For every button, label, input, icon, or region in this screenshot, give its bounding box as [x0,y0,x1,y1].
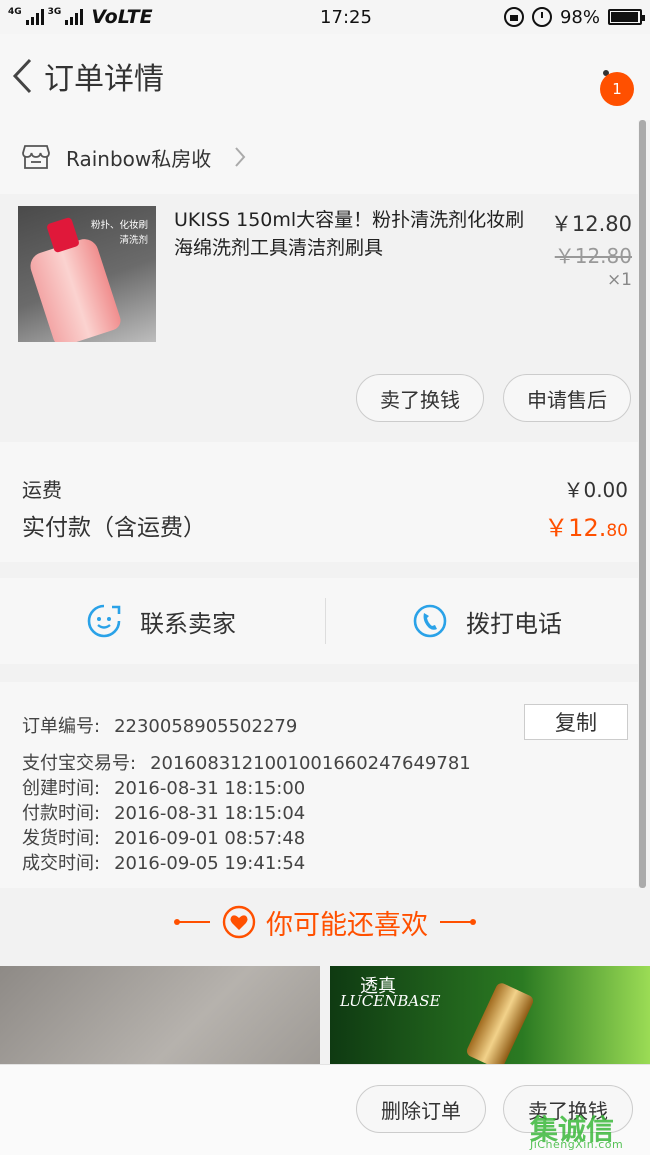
alipay-number-row: 支付宝交易号: 2016083121001001660247649781 [22,749,471,775]
product-image-text: 粉扑、化妆刷 清洗剂 [91,218,148,248]
recommend-line-left [174,919,210,925]
shipped-time-label: 发货时间: [22,828,101,849]
created-time-row: 创建时间: 2016-08-31 18:15:00 [22,774,305,800]
thumb-text-line-1: 粉扑、化妆刷 [90,220,148,231]
done-time-label: 成交时间: [22,853,101,874]
product-quantity: ×1 [606,270,632,290]
paid-label: 实付款（含运费） [22,515,206,541]
product-price: ￥12.80 [550,212,632,236]
contact-seller-label: 联系卖家 [140,609,236,638]
shop-icon [22,145,50,169]
status-right: 98% [503,6,645,28]
shipped-time-row: 发货时间: 2016-09-01 08:57:48 [22,824,305,850]
contact-seller-button[interactable]: 联系卖家 [86,578,236,664]
done-time-row: 成交时间: 2016-09-05 19:41:54 [22,849,305,875]
product-original-price: ￥12.80 [554,244,632,268]
contact-divider [325,598,326,644]
shop-row[interactable]: Rainbow私房收 [0,120,638,194]
dropper-bottle-shape [464,981,536,1066]
shipping-value: ￥0.00 [563,478,628,502]
paid-time-row: 付款时间: 2016-08-31 18:15:04 [22,799,305,825]
notification-badge[interactable]: 1 [600,72,634,106]
order-totals: 运费 ￥0.00 实付款（含运费） ￥12.80 [0,442,638,562]
sell-button[interactable]: 卖了换钱 [356,374,484,422]
after-sale-button[interactable]: 申请售后 [503,374,631,422]
status-time: 17:25 [320,6,372,28]
chevron-right-icon [235,147,246,167]
recommend-title: 你可能还喜欢 [266,909,428,941]
watermark-sub: JiChengXin.com [530,1138,624,1151]
created-time-value: 2016-08-31 18:15:00 [114,778,306,799]
rotation-lock-icon [503,7,524,27]
recommend-item-image-1[interactable] [0,966,320,1066]
paid-time-value: 2016-08-31 18:15:04 [114,803,306,824]
recommend-brand-en: LUCENBASE [340,992,441,1010]
alipay-number-value: 2016083121001001660247649781 [150,753,471,774]
status-bar: 4G 3G VoLTE 17:25 98% [0,0,650,34]
paid-time-label: 付款时间: [22,803,101,824]
battery-icon [608,9,645,25]
delete-order-button[interactable]: 删除订单 [356,1085,486,1133]
phone-icon [413,604,447,638]
shop-name: Rainbow私房收 [66,146,212,171]
paid-value: ￥12.80 [544,508,628,543]
copy-button[interactable]: 复制 [524,704,628,740]
bottle-shape [26,235,124,342]
order-info: 订单编号: 2230058905502279 复制 支付宝交易号: 20160831… [0,682,638,888]
volte-label: VoLTE [91,6,153,28]
contact-bar: 联系卖家 拨打电话 [0,578,638,664]
call-phone-label: 拨打电话 [466,609,562,638]
heart-icon [222,905,256,939]
product-item[interactable]: 粉扑、化妆刷 清洗剂 UKISS 150ml大容量！粉扑清洗剂化妆刷海绵洗剂工具… [0,194,638,442]
shipping-label: 运费 [22,478,62,502]
signal-icon-2 [65,9,84,25]
shipped-time-value: 2016-09-01 08:57:48 [114,828,306,849]
thumb-text-line-2: 清洗剂 [119,235,148,246]
back-icon[interactable] [10,56,36,96]
alipay-number-label: 支付宝交易号: [22,753,137,774]
watermark-logo: 集诚信 JiChengXin.com [530,1108,650,1155]
call-phone-button[interactable]: 拨打电话 [412,578,562,664]
recommend-header: 你可能还喜欢 [0,888,650,956]
nav-header: 订单详情 1 [0,34,650,120]
recommend-line-right [440,919,476,925]
network-type-2: 3G [47,7,62,17]
recommend-item-image-2[interactable]: 透真 LUCENBASE [330,966,650,1066]
product-image[interactable]: 粉扑、化妆刷 清洗剂 [18,206,156,342]
battery-percent: 98% [559,6,600,28]
done-time-value: 2016-09-05 19:41:54 [114,853,306,874]
order-number-row: 订单编号: 2230058905502279 [22,712,297,738]
order-number-label: 订单编号: [22,716,101,737]
product-title[interactable]: UKISS 150ml大容量！粉扑清洗剂化妆刷海绵洗剂工具清洁剂刷具 [174,206,542,262]
network-type-1: 4G [8,7,22,17]
alarm-icon [531,7,552,27]
scrollbar[interactable] [639,120,646,888]
order-number-value: 2230058905502279 [114,716,298,737]
created-time-label: 创建时间: [22,778,101,799]
page-title: 订单详情 [44,62,164,97]
signal-icon [25,9,44,25]
paid-value-main: ￥12. [544,514,607,542]
paid-value-cents: 80 [606,521,628,541]
chat-icon [87,604,121,638]
